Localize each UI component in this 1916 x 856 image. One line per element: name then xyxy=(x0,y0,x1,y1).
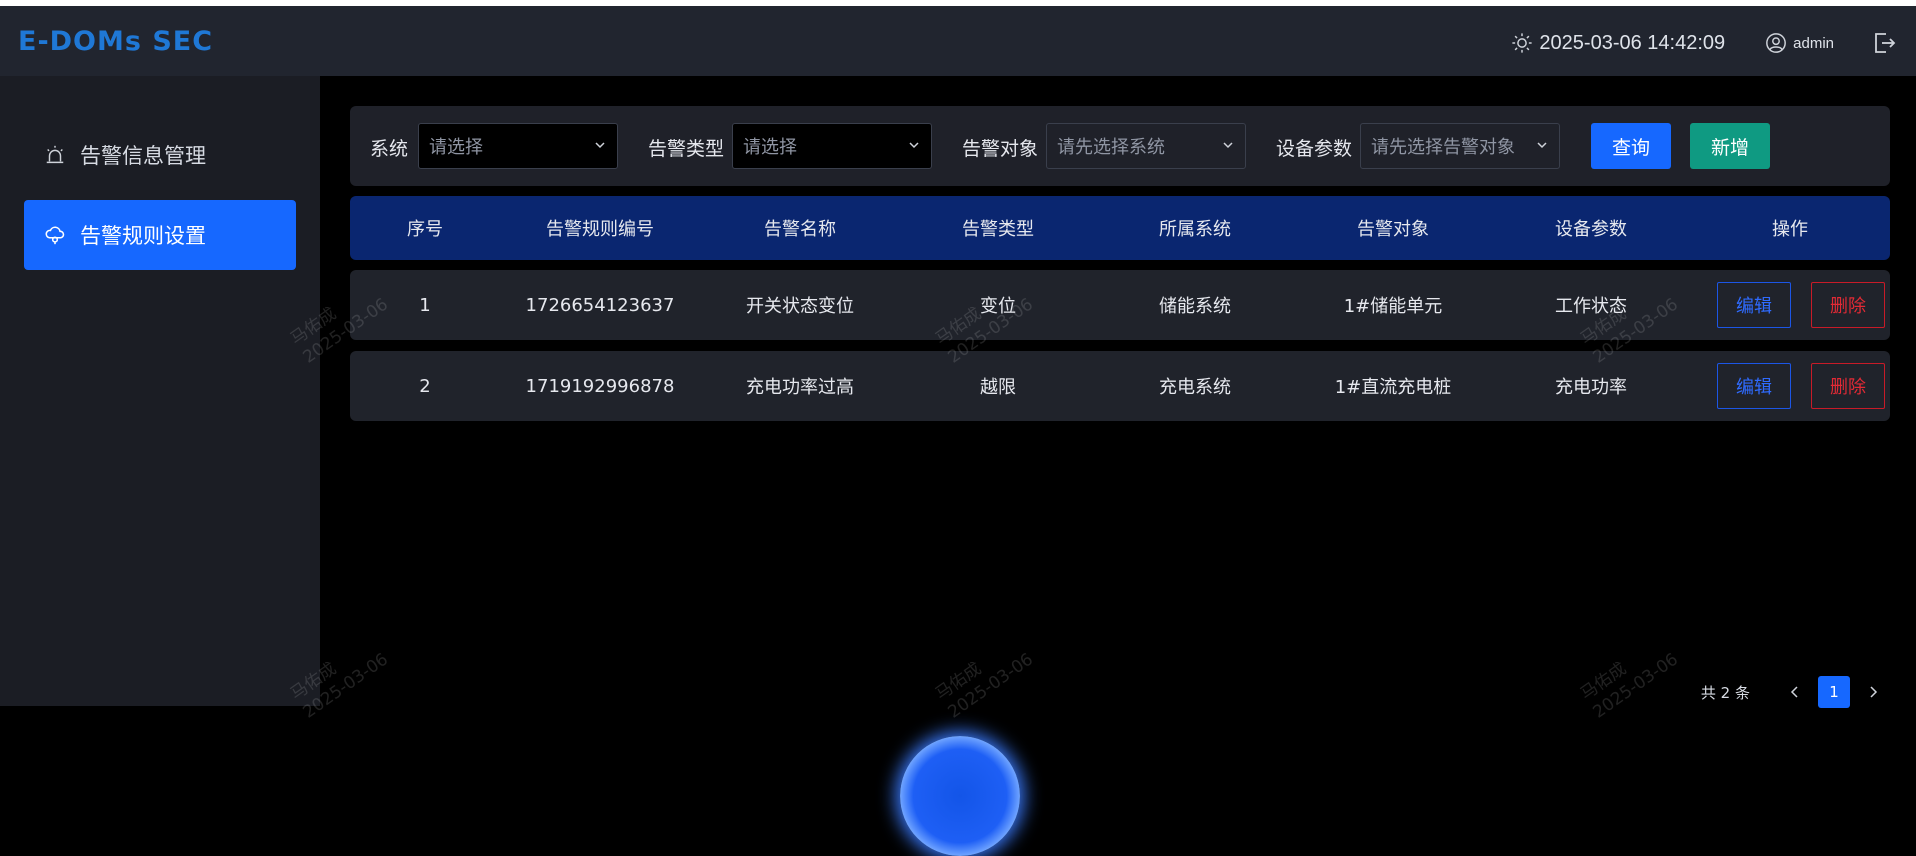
watermark: 马佑成2025-03-06 xyxy=(1576,649,1682,723)
chevron-down-icon xyxy=(909,142,919,149)
device-param-select[interactable]: 请先选择告警对象 xyxy=(1360,123,1560,169)
header-right: 2025-03-06 14:42:09 admin xyxy=(1511,28,1916,58)
table-row: 1 1726654123637 开关状态变位 变位 储能系统 1#储能单元 工作… xyxy=(350,270,1890,340)
alarm-type-select-placeholder: 请选择 xyxy=(743,137,797,158)
row-system: 储能系统 xyxy=(1159,296,1231,317)
row-index: 1 xyxy=(419,294,431,316)
query-button[interactable]: 查询 xyxy=(1591,123,1671,169)
edit-button[interactable]: 编辑 xyxy=(1717,282,1791,328)
alarm-object-select-placeholder: 请先选择系统 xyxy=(1057,137,1165,158)
table-header: 序号 告警规则编号 告警名称 告警类型 所属系统 告警对象 设备参数 操作 xyxy=(350,196,1890,260)
filter-bar: 系统 请选择 告警类型 请选择 告警对象 请先选择系统 设备参数 请先选择告警对… xyxy=(350,106,1890,186)
row-rule-id: 1719192996878 xyxy=(525,375,675,397)
chevron-down-icon xyxy=(1537,142,1547,149)
chevron-right-icon[interactable] xyxy=(1864,683,1882,701)
floating-assistant-button[interactable] xyxy=(900,736,1020,856)
row-name: 开关状态变位 xyxy=(746,296,854,317)
column-header-type: 告警类型 xyxy=(962,219,1034,240)
logout-icon[interactable] xyxy=(1872,31,1896,55)
system-select-placeholder: 请选择 xyxy=(429,137,483,158)
alarm-object-filter-label: 告警对象 xyxy=(962,138,1039,160)
sidebar-item-alarm-info[interactable]: 告警信息管理 xyxy=(24,120,296,190)
current-datetime: 2025-03-06 14:42:09 xyxy=(1539,31,1726,54)
chevron-left-icon[interactable] xyxy=(1786,683,1804,701)
system-filter-label: 系统 xyxy=(370,138,409,160)
add-button[interactable]: 新增 xyxy=(1690,123,1770,169)
device-param-filter-label: 设备参数 xyxy=(1276,138,1353,160)
system-select[interactable]: 请选择 xyxy=(418,123,618,169)
column-header-name: 告警名称 xyxy=(764,219,836,240)
table-row: 2 1719192996878 充电功率过高 越限 充电系统 1#直流充电桩 充… xyxy=(350,351,1890,421)
cloud-alarm-icon xyxy=(45,226,65,245)
row-system: 充电系统 xyxy=(1159,377,1231,398)
row-name: 充电功率过高 xyxy=(746,377,854,398)
column-header-actions: 操作 xyxy=(1772,219,1808,240)
edit-button[interactable]: 编辑 xyxy=(1717,363,1791,409)
sidebar-item-label: 告警规则设置 xyxy=(80,224,206,248)
user-circle-icon[interactable] xyxy=(1765,32,1787,54)
column-header-object: 告警对象 xyxy=(1357,219,1429,240)
row-type: 变位 xyxy=(980,296,1016,317)
alarm-type-filter-label: 告警类型 xyxy=(648,138,725,160)
sidebar-item-label: 告警信息管理 xyxy=(80,144,206,168)
column-header-index: 序号 xyxy=(407,219,443,240)
alarm-object-select[interactable]: 请先选择系统 xyxy=(1046,123,1246,169)
pagination-total: 共 2 条 xyxy=(1700,683,1750,702)
pagination: 共 2 条 1 xyxy=(1701,676,1896,708)
row-param: 工作状态 xyxy=(1555,296,1627,317)
row-object: 1#储能单元 xyxy=(1343,296,1443,317)
row-type: 越限 xyxy=(980,377,1016,398)
alarm-icon xyxy=(46,145,64,164)
chevron-down-icon xyxy=(1223,142,1233,149)
username[interactable]: admin xyxy=(1793,35,1834,52)
column-header-rule-id: 告警规则编号 xyxy=(546,219,654,240)
sidebar-item-alarm-rule[interactable]: 告警规则设置 xyxy=(24,200,296,270)
device-param-select-placeholder: 请先选择告警对象 xyxy=(1371,137,1515,158)
chevron-down-icon xyxy=(595,142,605,149)
sun-icon[interactable] xyxy=(1511,32,1533,54)
watermark: 马佑成2025-03-06 xyxy=(931,649,1037,723)
sidebar: 告警信息管理 告警规则设置 xyxy=(0,76,320,706)
delete-button[interactable]: 删除 xyxy=(1811,282,1885,328)
page-number-button[interactable]: 1 xyxy=(1818,676,1850,708)
app-header: E-DOMs SEC 2025-03-06 14:42:09 admin xyxy=(0,6,1916,76)
column-header-param: 设备参数 xyxy=(1555,219,1627,240)
row-param: 充电功率 xyxy=(1555,377,1627,398)
column-header-system: 所属系统 xyxy=(1159,219,1231,240)
delete-button[interactable]: 删除 xyxy=(1811,363,1885,409)
row-rule-id: 1726654123637 xyxy=(525,294,675,316)
alarm-type-select[interactable]: 请选择 xyxy=(732,123,932,169)
app-logo: E-DOMs SEC xyxy=(18,26,214,57)
row-object: 1#直流充电桩 xyxy=(1334,377,1452,398)
row-index: 2 xyxy=(419,375,431,397)
